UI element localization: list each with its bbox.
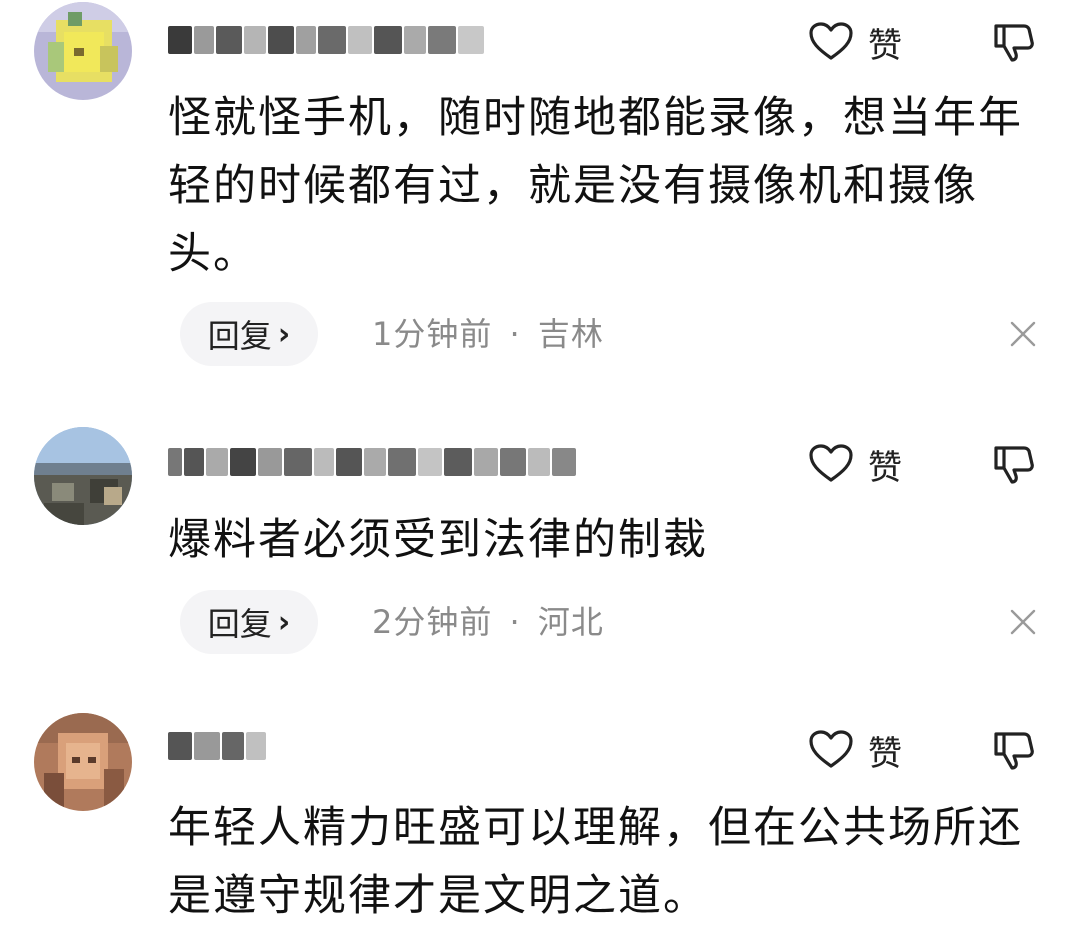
avatar[interactable] bbox=[34, 427, 132, 525]
like-button[interactable]: 赞 bbox=[808, 440, 902, 489]
comment-text: 爆料者必须受到法律的制裁 bbox=[168, 515, 708, 565]
meta-separator: · bbox=[509, 315, 521, 353]
like-label: 赞 bbox=[868, 26, 902, 66]
username-blurred[interactable] bbox=[168, 24, 484, 56]
thumbs-down-icon bbox=[994, 446, 1034, 484]
chevron-right-icon: › bbox=[277, 604, 291, 640]
heart-icon bbox=[808, 443, 854, 487]
meta-separator: · bbox=[509, 603, 521, 641]
like-button[interactable]: 赞 bbox=[808, 726, 902, 775]
close-icon bbox=[1010, 321, 1036, 347]
reply-label: 回复 bbox=[207, 605, 272, 643]
dislike-button[interactable] bbox=[992, 442, 1036, 486]
reply-button[interactable]: 回复 › bbox=[180, 590, 318, 654]
like-button[interactable]: 赞 bbox=[808, 18, 902, 67]
heart-icon bbox=[808, 21, 854, 65]
close-button[interactable] bbox=[1006, 605, 1040, 639]
avatar-image bbox=[34, 427, 132, 525]
thumbs-down-icon bbox=[994, 732, 1034, 770]
avatar[interactable] bbox=[34, 713, 132, 811]
reply-label: 回复 bbox=[207, 317, 272, 355]
close-button[interactable] bbox=[1006, 317, 1040, 351]
comment-text: 怪就怪手机，随时随地都能录像，想当年年轻的时候都有过，就是没有摄像机和摄像头。 bbox=[168, 93, 1023, 279]
chevron-right-icon: › bbox=[277, 316, 291, 352]
like-label: 赞 bbox=[868, 734, 902, 774]
comment-meta: 2分钟前 · 河北 bbox=[372, 590, 604, 654]
avatar[interactable] bbox=[34, 2, 132, 100]
avatar-image bbox=[34, 713, 132, 811]
thumbs-down-icon bbox=[994, 24, 1034, 62]
comment-meta: 1分钟前 · 吉林 bbox=[372, 302, 604, 366]
comment-text: 年轻人精力旺盛可以理解，但在公共场所还是遵守规律才是文明之道。 bbox=[168, 803, 1023, 921]
avatar-image bbox=[34, 2, 132, 100]
username-blurred[interactable] bbox=[168, 730, 266, 762]
heart-icon bbox=[808, 729, 854, 773]
like-label: 赞 bbox=[868, 448, 902, 488]
username-blurred[interactable] bbox=[168, 446, 576, 478]
reply-button[interactable]: 回复 › bbox=[180, 302, 318, 366]
dislike-button[interactable] bbox=[992, 728, 1036, 772]
comment-location: 吉林 bbox=[537, 315, 604, 353]
close-icon bbox=[1010, 609, 1036, 635]
dislike-button[interactable] bbox=[992, 20, 1036, 64]
comment-location: 河北 bbox=[537, 603, 604, 641]
comment-time: 1分钟前 bbox=[372, 315, 493, 353]
comment-time: 2分钟前 bbox=[372, 603, 493, 641]
